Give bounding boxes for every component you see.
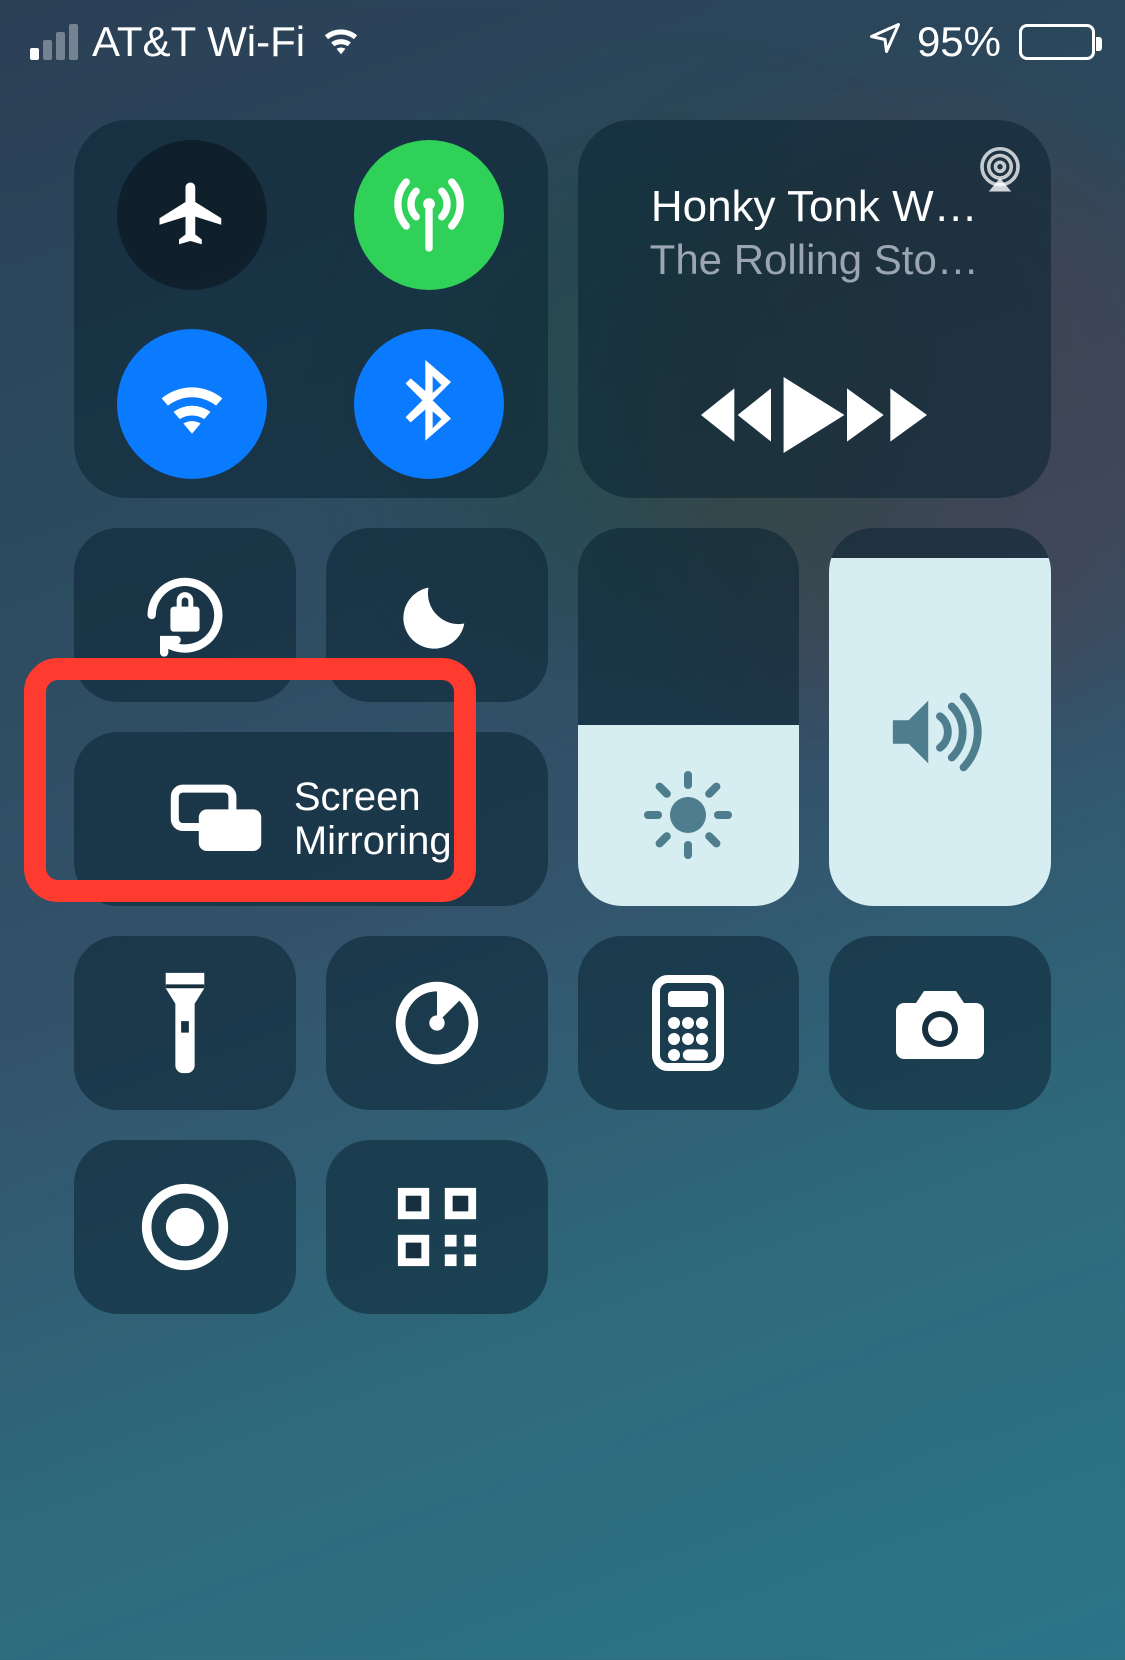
location-services-icon xyxy=(867,18,903,66)
screen-mirroring-button[interactable]: Screen Mirroring xyxy=(74,732,548,906)
status-bar: AT&T Wi-Fi 95% xyxy=(0,0,1125,70)
play-button[interactable] xyxy=(781,377,847,458)
cellular-signal-icon xyxy=(30,24,78,60)
camera-button[interactable] xyxy=(829,936,1051,1110)
play-icon xyxy=(781,377,847,453)
moon-icon xyxy=(396,574,478,656)
rewind-icon xyxy=(701,387,781,443)
control-center: Honky Tonk W… The Rolling Sto… xyxy=(0,70,1125,1314)
brightness-icon xyxy=(640,767,736,863)
do-not-disturb-toggle[interactable] xyxy=(326,528,548,702)
flashlight-icon xyxy=(157,969,213,1077)
screen-mirroring-icon xyxy=(170,781,266,857)
calculator-button[interactable] xyxy=(578,936,800,1110)
fast-forward-icon xyxy=(847,387,927,443)
battery-icon xyxy=(1019,24,1095,60)
airplay-icon[interactable] xyxy=(973,142,1027,201)
wifi-signal-icon xyxy=(319,18,363,66)
orientation-lock-toggle[interactable] xyxy=(74,528,296,702)
bluetooth-toggle[interactable] xyxy=(354,329,504,479)
wifi-icon xyxy=(151,371,233,437)
airplane-mode-toggle[interactable] xyxy=(117,140,267,290)
battery-percent: 95% xyxy=(917,18,1001,66)
calculator-icon xyxy=(652,975,724,1071)
carrier-label: AT&T Wi-Fi xyxy=(92,18,305,66)
volume-slider[interactable] xyxy=(829,528,1051,906)
volume-icon xyxy=(885,688,995,776)
fast-forward-button[interactable] xyxy=(847,387,927,448)
orientation-lock-icon xyxy=(135,565,235,665)
qr-code-icon xyxy=(394,1184,480,1270)
cellular-data-toggle[interactable] xyxy=(354,140,504,290)
screen-mirroring-label: Screen Mirroring xyxy=(294,775,452,863)
media-title: Honky Tonk W… xyxy=(651,182,978,232)
connectivity-group[interactable] xyxy=(74,120,548,498)
qr-scanner-button[interactable] xyxy=(326,1140,548,1314)
antenna-icon xyxy=(385,171,473,259)
brightness-slider[interactable] xyxy=(578,528,800,906)
media-artist: The Rolling Sto… xyxy=(650,236,979,284)
airplane-icon xyxy=(153,176,231,254)
rewind-button[interactable] xyxy=(701,387,781,448)
timer-icon xyxy=(391,977,483,1069)
camera-icon xyxy=(888,983,992,1063)
screen-record-button[interactable] xyxy=(74,1140,296,1314)
wifi-toggle[interactable] xyxy=(117,329,267,479)
now-playing-tile[interactable]: Honky Tonk W… The Rolling Sto… xyxy=(578,120,1052,498)
timer-button[interactable] xyxy=(326,936,548,1110)
bluetooth-icon xyxy=(401,360,457,448)
flashlight-button[interactable] xyxy=(74,936,296,1110)
record-icon xyxy=(139,1181,231,1273)
